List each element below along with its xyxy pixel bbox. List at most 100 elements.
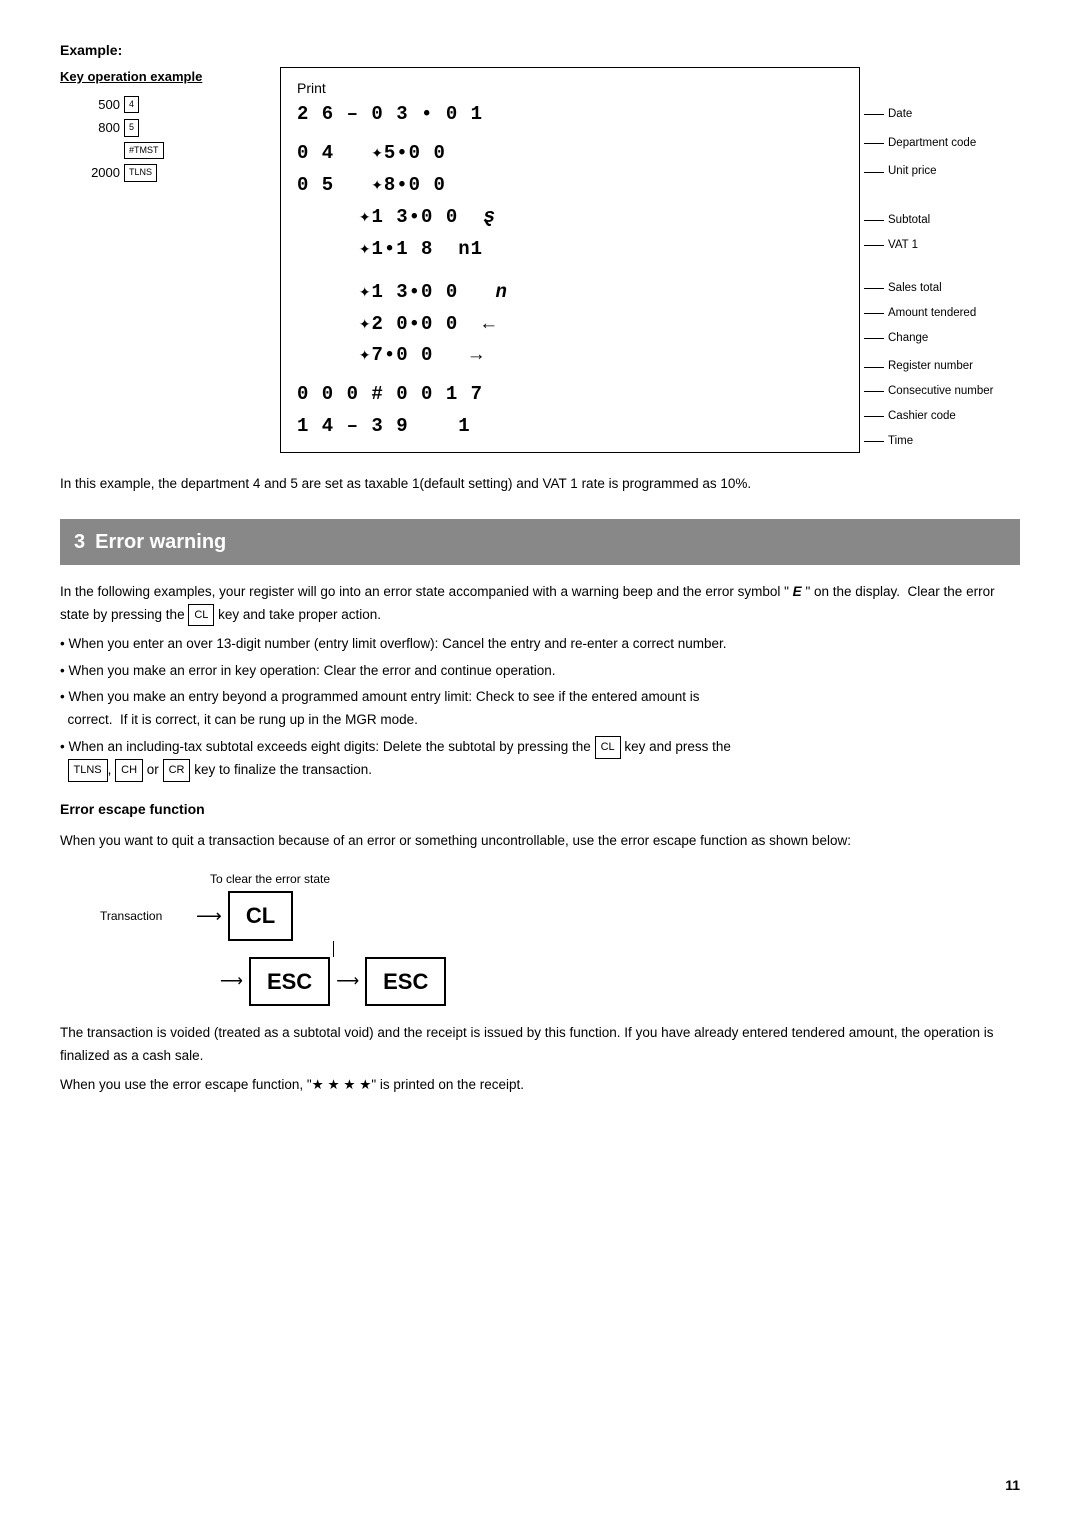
escape-desc2: The transaction is voided (treated as a … [60,1022,1020,1068]
key-entry-2000: 2000 TLNS [60,163,280,183]
ann-sales-text: Sales total [888,280,942,297]
ann-date-text: Date [888,106,912,123]
escape-desc1: When you want to quit a transaction beca… [60,830,1020,853]
receipt-line-tendered: ✦2 0•0 0 ← [297,309,843,340]
ann-cashier: Cashier code [864,406,1020,428]
ann-dash [864,245,884,246]
amount-800: 800 [60,118,120,138]
ann-time-text: Time [888,433,913,450]
key-entry-500: 500 4 [60,95,280,115]
receipt-line-sales-total: ✦1 3•0 0 n [297,277,843,308]
receipt-line-consec: 0 0 0 # 0 0 1 7 [297,379,843,410]
bullet-3: When you make an entry beyond a programm… [60,686,1020,732]
cl-key-inline: CL [188,604,214,627]
receipt-line-05: 0 5 ✦8•0 0 [297,170,843,201]
ann-consec: Consecutive number [864,381,1020,403]
amount-500: 500 [60,95,120,115]
annotations: Date Department code Unit price Subtotal… [860,67,1020,453]
ann-unit-text: Unit price [888,163,937,180]
diagram-label-top: To clear the error state [210,869,1020,889]
arrow4: ⟶ [336,968,359,995]
amount-2000: 2000 [60,163,120,183]
receipt-line-subtotal: ✦1 3•0 0 ȿ [297,201,843,234]
escape-diagram: To clear the error state Transaction ⟶ C… [100,869,1020,1006]
bullet-1: When you enter an over 13-digit number (… [60,633,1020,656]
cl-key-inline2: CL [595,736,621,759]
print-header: Print [297,78,843,99]
ann-change-text: Change [888,330,928,347]
ann-dash [864,220,884,221]
ann-dept: Department code [864,132,1020,154]
receipt-line-04: 0 4 ✦5•0 0 [297,138,843,169]
receipt-line-cashier: 1 4 – 3 9 1 [297,411,843,442]
ann-subtotal-text: Subtotal [888,212,930,229]
escape-desc3: When you use the error escape function, … [60,1074,1020,1097]
ann-time: Time [864,431,1020,453]
ann-dash [864,441,884,442]
ann-dash [864,391,884,392]
vert-line [333,941,334,957]
arrow3: ⟶ [220,968,243,995]
ann-tendered-text: Amount tendered [888,305,976,322]
diagram-row1: Transaction ⟶ CL [100,891,1020,940]
ann-dash [864,114,884,115]
receipt-line-change: ✦7•0 0 → [297,340,843,371]
ann-dept-text: Department code [888,135,976,152]
ann-dash [864,313,884,314]
section-title: Error warning [95,527,226,557]
bullet-4: When an including-tax subtotal exceeds e… [60,736,1020,782]
ann-dash [864,416,884,417]
key-operation-col: Key operation example 500 4 800 5 #TMST … [60,67,280,453]
cr-key-inline: CR [163,759,191,782]
ann-dash [864,338,884,339]
example-label: Example: [60,40,1020,61]
tlns-key-inline: TLNS [68,759,108,782]
bullet-list: When you enter an over 13-digit number (… [60,633,1020,783]
key-entry-tmst: #TMST [60,142,280,160]
diagram-connector: ⟶ ESC ⟶ ESC [100,941,1020,1006]
key-tmst: #TMST [124,142,164,160]
key-operation-header: Key operation example [60,67,280,87]
receipt-line-vat: ✦1•1 8 n1 [297,234,843,265]
ann-cashier-text: Cashier code [888,408,956,425]
ann-dash [864,172,884,173]
cl-key-diagram: CL [228,891,293,940]
bullet-2: When you make an error in key operation:… [60,660,1020,683]
ann-reg-text: Register number [888,358,973,375]
ann-vat: VAT 1 [864,235,1020,257]
section-header-error-warning: 3 Error warning [60,519,1020,565]
transaction-label: Transaction [100,906,190,926]
section-number: 3 [74,527,85,557]
ann-tendered: Amount tendered [864,302,1020,324]
receipt-box: Print 2 6 – 0 3 • 0 1 0 4 ✦5•0 0 0 5 ✦8•… [280,67,860,453]
diagram-row2: ⟶ ESC ⟶ ESC [220,957,446,1006]
ann-date: Date [864,103,1020,125]
esc-key-1: ESC [249,957,330,1006]
esc-key-2: ESC [365,957,446,1006]
ann-vat-text: VAT 1 [888,237,918,254]
receipt-area: Print 2 6 – 0 3 • 0 1 0 4 ✦5•0 0 0 5 ✦8•… [280,67,1020,453]
key-entry-800: 800 5 [60,118,280,138]
ch-key-inline: CH [115,759,143,782]
error-escape-title: Error escape function [60,798,1020,822]
key-4: 4 [124,96,139,114]
ann-dash [864,143,884,144]
example-section: Key operation example 500 4 800 5 #TMST … [60,67,1020,453]
key-tlns: TLNS [124,164,157,182]
vert-branch: ⟶ ESC ⟶ ESC [220,941,446,1006]
ann-dash [864,288,884,289]
receipt-line-date: 2 6 – 0 3 • 0 1 [297,99,843,130]
page-number: 11 [1005,1475,1020,1496]
key-5: 5 [124,119,139,137]
receipt-lines: 2 6 – 0 3 • 0 1 0 4 ✦5•0 0 0 5 ✦8•0 0 ✦1… [297,99,843,442]
ann-sales: Sales total [864,278,1020,300]
error-warning-body: In the following examples, your register… [60,581,1020,1097]
ann-subtotal: Subtotal [864,210,1020,232]
description-text: In this example, the department 4 and 5 … [60,473,1020,495]
error-intro: In the following examples, your register… [60,581,1020,627]
ann-reg: Register number [864,356,1020,378]
ann-dash [864,367,884,368]
error-symbol: E [793,584,802,599]
ann-unit: Unit price [864,161,1020,183]
ann-consec-text: Consecutive number [888,383,993,400]
